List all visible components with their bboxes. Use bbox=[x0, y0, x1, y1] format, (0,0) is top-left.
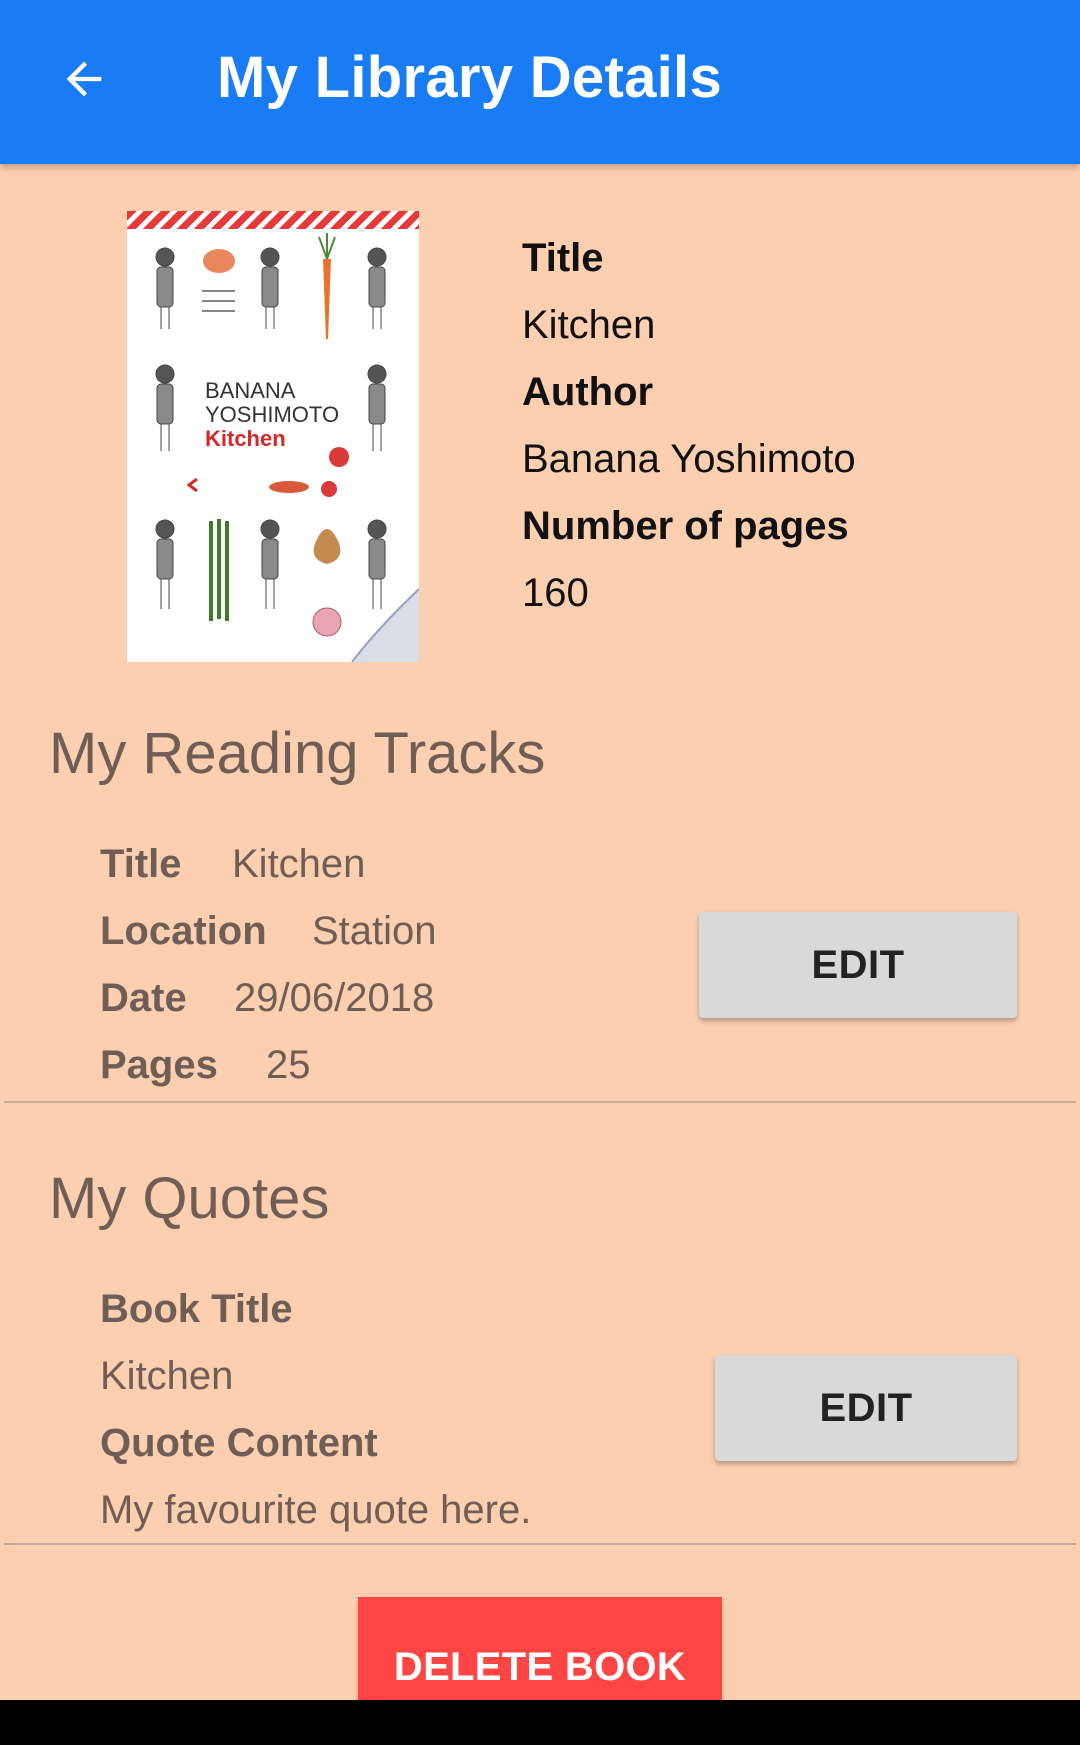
page-title: My Library Details bbox=[217, 45, 723, 110]
author-value: Banana Yoshimoto bbox=[522, 437, 856, 481]
cover-title: Kitchen bbox=[205, 426, 286, 451]
quote-book-title-value: Kitchen bbox=[100, 1354, 234, 1398]
track-location-label: Location bbox=[100, 909, 267, 953]
delete-book-button[interactable]: DELETE BOOK bbox=[358, 1597, 722, 1707]
reading-tracks-heading: My Reading Tracks bbox=[49, 721, 546, 786]
track-date-value: 29/06/2018 bbox=[234, 976, 435, 1020]
track-location-value: Station bbox=[312, 909, 437, 953]
quote-content-value: My favourite quote here. bbox=[100, 1488, 532, 1532]
author-label: Author bbox=[522, 370, 654, 414]
divider bbox=[4, 1543, 1076, 1545]
system-navigation-bar bbox=[0, 1700, 1080, 1745]
edit-reading-track-button[interactable]: EDIT bbox=[699, 912, 1017, 1018]
arrow-left-icon bbox=[66, 61, 102, 97]
edit-quote-button[interactable]: EDIT bbox=[715, 1355, 1017, 1461]
quotes-heading: My Quotes bbox=[49, 1166, 330, 1231]
track-date-label: Date bbox=[100, 976, 187, 1020]
track-title-value: Kitchen bbox=[232, 842, 366, 886]
divider bbox=[4, 1101, 1076, 1103]
book-cover-image: BANANA YOSHIMOTO Kitchen bbox=[127, 211, 419, 662]
pages-label: Number of pages bbox=[522, 504, 849, 548]
title-label: Title bbox=[522, 236, 604, 280]
back-button[interactable] bbox=[40, 35, 128, 123]
quote-content-label: Quote Content bbox=[100, 1421, 378, 1465]
quote-book-title-label: Book Title bbox=[100, 1287, 293, 1331]
cover-text: BANANA YOSHIMOTO Kitchen bbox=[205, 379, 419, 451]
pages-value: 160 bbox=[522, 571, 589, 615]
cover-stripe bbox=[127, 211, 419, 229]
track-pages-value: 25 bbox=[266, 1043, 311, 1087]
title-value: Kitchen bbox=[522, 303, 656, 347]
track-title-label: Title bbox=[100, 842, 182, 886]
app-bar: My Library Details bbox=[0, 0, 1080, 164]
track-pages-label: Pages bbox=[100, 1043, 218, 1087]
cover-author: BANANA YOSHIMOTO bbox=[205, 378, 340, 427]
